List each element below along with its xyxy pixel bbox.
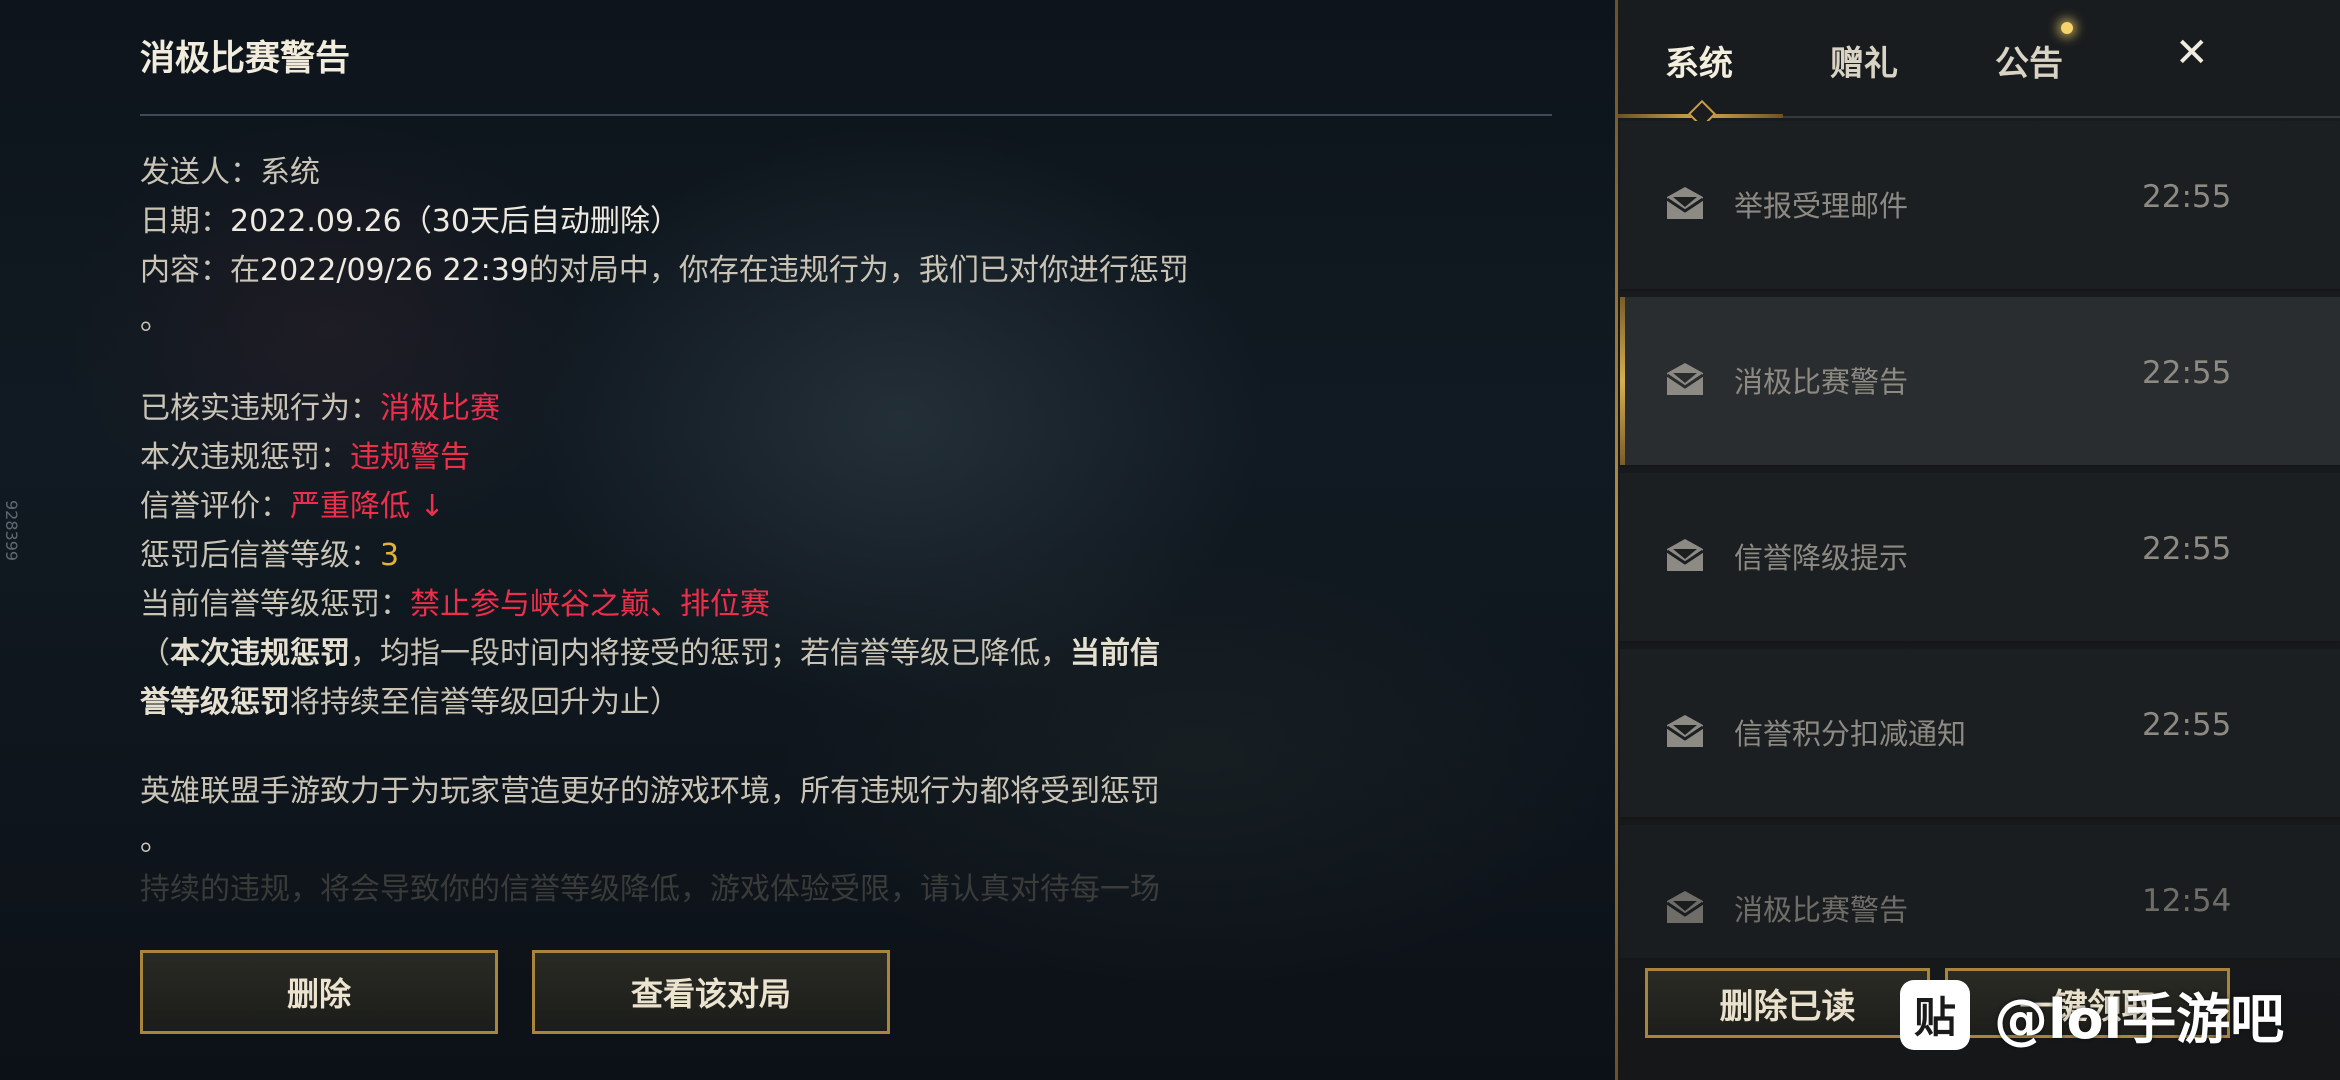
date-value: 2022.09.26（30天后自动删除）: [230, 204, 680, 239]
side-code: 928399: [2, 500, 21, 562]
watermark: 贴 @lol手游吧: [1900, 975, 2284, 1054]
note-line-2: 誉等级惩罚将持续至信誉等级回升为止）: [140, 685, 680, 720]
tab-notice[interactable]: 公告: [1995, 36, 2063, 85]
mail-list-item[interactable]: 消极比赛警告 12:54: [1620, 825, 2340, 960]
penalty-line: 本次违规惩罚：违规警告: [140, 440, 470, 475]
mail-list-item[interactable]: 信誉降级提示 22:55: [1620, 473, 2340, 643]
tab-gift[interactable]: 赠礼: [1830, 36, 1898, 85]
content-line-end: 。: [140, 302, 170, 337]
penalty-value: 违规警告: [350, 440, 470, 475]
mail-item-time: 22:55: [2142, 179, 2232, 215]
mail-item-title: 信誉积分扣减通知: [1734, 717, 1967, 751]
mail-title: 消极比赛警告: [140, 39, 351, 79]
mail-icon: [1666, 891, 1704, 923]
mail-item-time: 22:55: [2142, 707, 2232, 743]
mail-icon: [1666, 539, 1704, 571]
closing-line: 英雄联盟手游致力于为玩家营造更好的游戏环境，所有违规行为都将受到惩罚: [140, 774, 1160, 809]
mail-detail: 消极比赛警告 发送人：系统 日期：2022.09.26（30天后自动删除） 内容…: [140, 0, 1552, 1080]
close-icon[interactable]: ✕: [2175, 30, 2209, 76]
mail-item-time: 12:54: [2142, 883, 2232, 919]
credit-level-value: 3: [380, 538, 400, 573]
mail-icon: [1666, 187, 1704, 219]
verified-violation-line: 已核实违规行为：消极比赛: [140, 391, 500, 426]
credit-value: 严重降低 ↓: [290, 489, 445, 524]
mail-content[interactable]: 发送人：系统 日期：2022.09.26（30天后自动删除） 内容：在2022/…: [140, 148, 1240, 918]
mail-list-panel: 系统 赠礼 公告 ✕ 举报受理邮件 22:55 消极比赛警告 22:55 信誉降…: [1615, 0, 2340, 1080]
verified-violation-value: 消极比赛: [380, 391, 500, 426]
current-penalty-line: 当前信誉等级惩罚：禁止参与峡谷之巅、排位赛: [140, 587, 770, 622]
mail-item-title: 消极比赛警告: [1734, 893, 1909, 927]
mail-icon: [1666, 715, 1704, 747]
date-line: 日期：2022.09.26（30天后自动删除）: [140, 204, 680, 239]
mail-icon: [1666, 363, 1704, 395]
current-penalty-value: 禁止参与峡谷之巅、排位赛: [410, 587, 770, 622]
tieba-logo-icon: 贴: [1900, 979, 1970, 1050]
tab-system[interactable]: 系统: [1665, 36, 1733, 85]
mail-item-title: 举报受理邮件: [1734, 189, 1909, 223]
delete-button[interactable]: 删除: [140, 950, 498, 1034]
content-line: 内容：在2022/09/26 22:39的对局中，你存在违规行为，我们已对你进行…: [140, 253, 1189, 288]
title-divider: [140, 114, 1552, 116]
credit-line: 信誉评价：严重降低 ↓: [140, 489, 445, 524]
sender-line: 发送人：系统: [140, 155, 320, 190]
mail-item-time: 22:55: [2142, 355, 2232, 391]
mail-list-item-selected[interactable]: 消极比赛警告 22:55: [1620, 297, 2340, 467]
delete-read-button[interactable]: 删除已读: [1645, 968, 1930, 1038]
note-line-1: （本次违规惩罚，均指一段时间内将接受的惩罚；若信誉等级已降低，当前信: [140, 636, 1160, 671]
watermark-text: @lol手游吧: [1994, 988, 2285, 1051]
panel-border: [1615, 0, 1618, 1080]
credit-level-line: 惩罚后信誉等级：3: [140, 538, 400, 573]
mail-item-title: 信誉降级提示: [1734, 541, 1909, 575]
mail-list-item[interactable]: 举报受理邮件 22:55: [1620, 121, 2340, 291]
sender-value: 系统: [260, 155, 320, 190]
closing-line-end: 。: [140, 823, 170, 858]
mail-list-item[interactable]: 信誉积分扣减通知 22:55: [1620, 649, 2340, 819]
mail-item-title: 消极比赛警告: [1734, 365, 1909, 399]
mail-item-time: 22:55: [2142, 531, 2232, 567]
faded-line: 持续的违规，将会导致你的信誉等级降低，游戏体验受限，请认真对待每一场: [140, 872, 1160, 907]
view-match-button[interactable]: 查看该对局: [532, 950, 890, 1034]
content-datetime: 2022/09/26 22:39: [260, 253, 529, 288]
notification-dot: [2061, 22, 2073, 34]
selected-indicator: [1620, 297, 1625, 465]
